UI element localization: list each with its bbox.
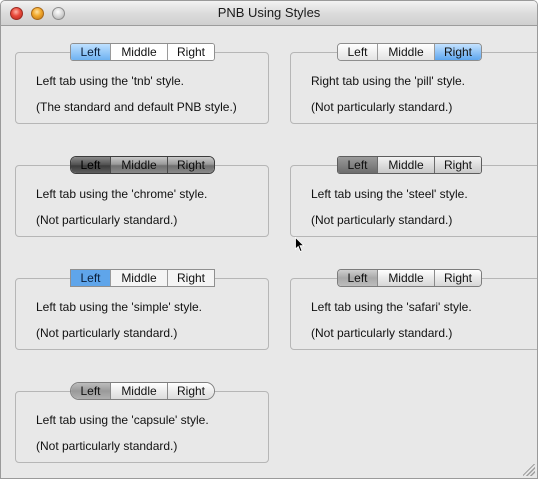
note-text: (Not particularly standard.) <box>311 326 453 340</box>
description-text: Right tab using the 'pill' style. <box>311 74 465 88</box>
tab-right[interactable]: Right <box>435 270 481 286</box>
group-steel-style: Left Middle Right Left tab using the 'st… <box>290 156 537 237</box>
tab-middle[interactable]: Middle <box>111 270 168 286</box>
segmented-control-pill: Left Middle Right <box>337 43 482 61</box>
group-pill-style: Left Middle Right Right tab using the 'p… <box>290 43 537 124</box>
note-text: (The standard and default PNB style.) <box>36 100 237 114</box>
tab-left[interactable]: Left <box>71 44 111 60</box>
tab-right[interactable]: Right <box>168 157 214 173</box>
window-content: Left Middle Right Left tab using the 'tn… <box>1 26 537 478</box>
tab-left[interactable]: Left <box>71 383 111 399</box>
note-text: (Not particularly standard.) <box>311 213 453 227</box>
note-text: (Not particularly standard.) <box>311 100 453 114</box>
tab-middle[interactable]: Middle <box>111 157 168 173</box>
segmented-control-chrome: Left Middle Right <box>70 156 215 174</box>
group-chrome-style: Left Middle Right Left tab using the 'ch… <box>15 156 269 237</box>
description-text: Left tab using the 'tnb' style. <box>36 74 185 88</box>
note-text: (Not particularly standard.) <box>36 326 178 340</box>
tab-left[interactable]: Left <box>71 270 111 286</box>
tab-right[interactable]: Right <box>168 44 214 60</box>
mouse-pointer-icon <box>295 237 305 253</box>
description-text: Left tab using the 'steel' style. <box>311 187 468 201</box>
tab-right[interactable]: Right <box>168 270 214 286</box>
tab-middle[interactable]: Middle <box>111 44 168 60</box>
group-simple-style: Left Middle Right Left tab using the 'si… <box>15 269 269 350</box>
tab-left[interactable]: Left <box>338 44 378 60</box>
window-title: PNB Using Styles <box>217 5 321 20</box>
tab-middle[interactable]: Middle <box>111 383 168 399</box>
group-capsule-style: Left Middle Right Left tab using the 'ca… <box>15 382 269 463</box>
resize-grip-icon[interactable] <box>523 464 535 476</box>
tab-middle[interactable]: Middle <box>378 270 435 286</box>
description-text: Left tab using the 'chrome' style. <box>36 187 208 201</box>
tab-right[interactable]: Right <box>435 44 481 60</box>
tab-right[interactable]: Right <box>435 157 481 173</box>
description-text: Left tab using the 'capsule' style. <box>36 413 209 427</box>
segmented-control-simple: Left Middle Right <box>70 269 215 287</box>
segmented-control-safari: Left Middle Right <box>337 269 482 287</box>
tab-middle[interactable]: Middle <box>378 157 435 173</box>
note-text: (Not particularly standard.) <box>36 439 178 453</box>
app-window: PNB Using Styles Left Middle Right Left … <box>0 0 538 479</box>
tab-middle[interactable]: Middle <box>378 44 435 60</box>
segmented-control-capsule: Left Middle Right <box>70 382 215 400</box>
segmented-control-steel: Left Middle Right <box>337 156 482 174</box>
tab-left[interactable]: Left <box>338 157 378 173</box>
note-text: (Not particularly standard.) <box>36 213 178 227</box>
tab-left[interactable]: Left <box>338 270 378 286</box>
tab-right[interactable]: Right <box>168 383 214 399</box>
group-tnb-style: Left Middle Right Left tab using the 'tn… <box>15 43 269 124</box>
tab-left[interactable]: Left <box>71 157 111 173</box>
description-text: Left tab using the 'safari' style. <box>311 300 472 314</box>
title-bar[interactable]: PNB Using Styles <box>1 1 537 26</box>
group-safari-style: Left Middle Right Left tab using the 'sa… <box>290 269 537 350</box>
description-text: Left tab using the 'simple' style. <box>36 300 203 314</box>
segmented-control-tnb: Left Middle Right <box>70 43 215 61</box>
